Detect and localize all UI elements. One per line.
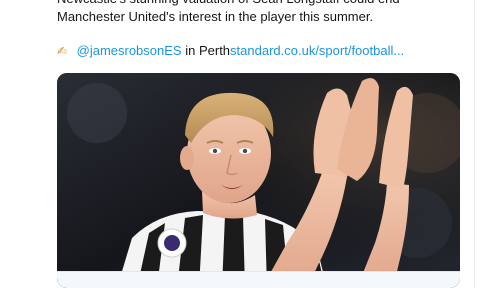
player-photo	[57, 73, 460, 288]
writing-hand-icon: ✍	[57, 44, 68, 58]
tweet-card[interactable]: Newcastle's stunning valuation of Sean L…	[0, 0, 475, 288]
tweet-attribution: ✍ @jamesrobsonES in Perthstandard.co.uk/…	[57, 43, 404, 59]
link-preview-strip[interactable]	[57, 271, 460, 288]
source-prefix-text: Perth	[198, 43, 231, 58]
attribution-in-text: in	[185, 43, 196, 58]
tweet-page: Newcastle's stunning valuation of Sean L…	[0, 0, 480, 288]
author-mention-link[interactable]: @jamesrobsonES	[77, 43, 182, 58]
tweet-text-line-2: Manchester United's interest in the play…	[57, 9, 374, 24]
tweet-text-line-1: Newcastle's stunning valuation of Sean L…	[57, 0, 457, 8]
media-card[interactable]	[57, 73, 460, 288]
tweet-text: Newcastle's stunning valuation of Sean L…	[57, 0, 457, 26]
source-article-link[interactable]: standard.co.uk/sport/football...	[230, 43, 404, 58]
